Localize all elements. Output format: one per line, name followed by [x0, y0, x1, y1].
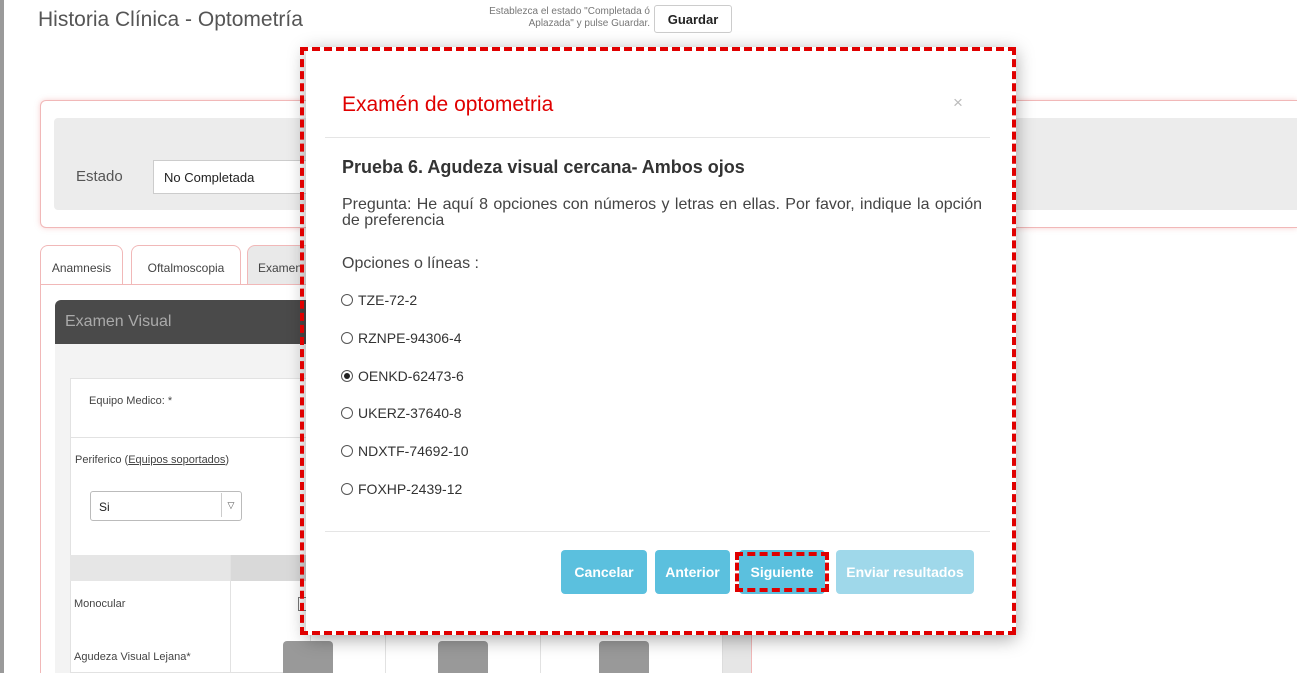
- submit-results-button[interactable]: Enviar resultados: [836, 550, 974, 594]
- next-button[interactable]: Siguiente: [739, 550, 825, 594]
- option-item[interactable]: OENKD-62473-6: [341, 368, 464, 384]
- radio-button[interactable]: [341, 407, 353, 419]
- left-scroll-edge: [0, 0, 4, 673]
- cancel-button[interactable]: Cancelar: [561, 550, 647, 594]
- option-label: FOXHP-2439-12: [358, 481, 463, 497]
- modal-header-divider: [325, 137, 990, 138]
- options-label: Opciones o líneas :: [342, 255, 479, 272]
- option-item[interactable]: UKERZ-37640-8: [341, 405, 462, 421]
- radio-button[interactable]: [341, 445, 353, 457]
- modal-title: Examén de optometria: [342, 93, 554, 116]
- option-label: RZNPE-94306-4: [358, 330, 462, 346]
- close-icon[interactable]: ×: [953, 93, 963, 113]
- radio-button[interactable]: [341, 294, 353, 306]
- option-item[interactable]: NDXTF-74692-10: [341, 443, 469, 459]
- question-text: Pregunta: He aquí 8 opciones con números…: [342, 196, 982, 229]
- question-title: Prueba 6. Agudeza visual cercana- Ambos …: [342, 157, 745, 177]
- radio-button[interactable]: [341, 332, 353, 344]
- option-item[interactable]: FOXHP-2439-12: [341, 481, 462, 497]
- modal-footer-divider: [325, 531, 990, 532]
- option-item[interactable]: TZE-72-2: [341, 292, 417, 308]
- option-label: UKERZ-37640-8: [358, 405, 462, 421]
- option-item[interactable]: RZNPE-94306-4: [341, 330, 462, 346]
- option-label: NDXTF-74692-10: [358, 443, 469, 459]
- previous-button[interactable]: Anterior: [655, 550, 730, 594]
- radio-button-selected[interactable]: [341, 370, 353, 382]
- radio-button[interactable]: [341, 483, 353, 495]
- option-label: TZE-72-2: [358, 292, 418, 308]
- option-label: OENKD-62473-6: [358, 368, 464, 384]
